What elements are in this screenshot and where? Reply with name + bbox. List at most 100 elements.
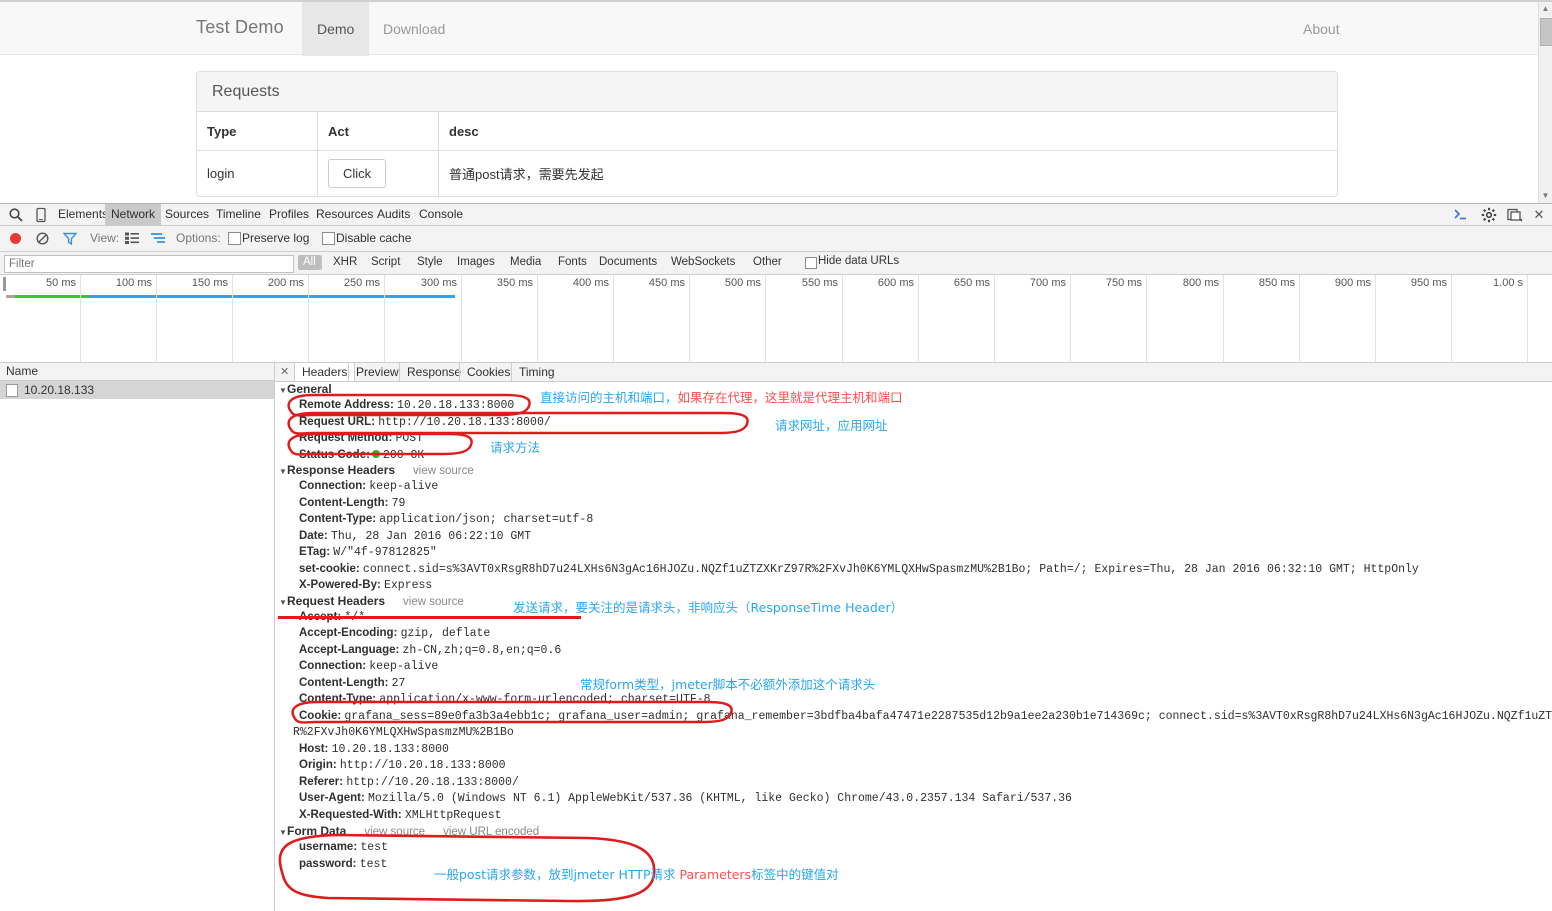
key-status-code: Status Code:	[299, 448, 370, 461]
collapse-triangle-icon: ▼	[279, 828, 287, 837]
site-navbar: Test Demo Demo Download About	[0, 2, 1539, 56]
gear-icon[interactable]	[1480, 207, 1498, 223]
timeline-tick-label: 950 ms	[1410, 277, 1447, 289]
response-header-key: set-cookie:	[299, 562, 360, 575]
timeline-tick-label: 850 ms	[1258, 277, 1295, 289]
request-header-row: X-Requested-With: XMLHttpRequest	[275, 807, 1552, 824]
detail-tab-headers[interactable]: Headers	[294, 363, 356, 381]
section-response-headers[interactable]: ▼Response Headers view source	[275, 463, 1552, 478]
section-form-data[interactable]: ▼Form Data view source view URL encoded	[275, 824, 1552, 839]
detail-tab-response[interactable]: Response	[399, 363, 468, 381]
request-header-value: http://10.20.18.133:8000/	[346, 775, 519, 789]
request-detail-pane: ✕ Headers Preview Response Cookies Timin…	[275, 363, 1552, 911]
response-header-value: Express	[384, 579, 433, 592]
click-button[interactable]: Click	[328, 159, 387, 188]
tab-resources[interactable]: Resources	[310, 204, 379, 225]
filter-type-script[interactable]: Script	[366, 255, 405, 270]
section-request-headers[interactable]: ▼Request Headers view source	[275, 594, 1552, 609]
detail-tab-cookies[interactable]: Cookies	[459, 363, 517, 381]
close-icon[interactable]: ✕	[1530, 207, 1548, 223]
request-header-value: grafana_sess=89e0fa3b3a4ebb1c; grafana_u…	[344, 709, 1552, 723]
view-label: View:	[90, 231, 120, 245]
timeline-tick-label: 50 ms	[46, 277, 76, 289]
filter-type-xhr[interactable]: XHR	[328, 255, 362, 270]
tab-audits[interactable]: Audits	[371, 204, 416, 225]
request-header-row: Connection: keep-alive	[275, 658, 1552, 675]
page-vertical-scrollbar[interactable]: ▲ ▼	[1538, 2, 1552, 203]
column-header-type: Type	[197, 112, 318, 151]
hide-data-urls-label[interactable]: Hide data URLs	[818, 255, 899, 267]
disable-cache-label[interactable]: Disable cache	[336, 231, 411, 245]
filter-type-media[interactable]: Media	[505, 255, 546, 270]
filter-type-style[interactable]: Style	[412, 255, 448, 270]
clear-icon[interactable]	[36, 232, 49, 245]
request-header-value: application/x-www-form-urlencoded; chars…	[379, 693, 711, 706]
search-icon[interactable]	[8, 207, 24, 223]
filter-type-documents[interactable]: Documents	[594, 255, 662, 270]
scroll-up-arrow-icon[interactable]: ▲	[1539, 2, 1552, 16]
nav-item-demo[interactable]: Demo	[302, 2, 370, 56]
response-header-key: ETag:	[299, 546, 331, 558]
preserve-log-checkbox[interactable]	[228, 232, 241, 245]
header-row-status-code: Status Code: 200 OK	[275, 447, 1552, 464]
column-header-desc: desc	[438, 112, 1337, 151]
waterfall-view-icon[interactable]	[151, 232, 166, 244]
device-toggle-icon[interactable]	[33, 207, 49, 223]
section-general[interactable]: ▼General	[275, 382, 1552, 397]
filter-separator	[321, 255, 322, 270]
form-data-row: password: test	[275, 856, 1552, 873]
timeline-tick-label: 750 ms	[1105, 277, 1142, 289]
view-url-encoded-link[interactable]: view URL encoded	[443, 826, 539, 838]
disable-cache-checkbox[interactable]	[322, 232, 335, 245]
tab-sources[interactable]: Sources	[159, 204, 215, 225]
collapse-triangle-icon: ▼	[279, 597, 287, 607]
request-list-item[interactable]: 10.20.18.133	[0, 381, 274, 399]
section-general-title: General	[287, 382, 332, 396]
table-row: login Click 普通post请求，需要先发起	[197, 150, 1337, 196]
response-header-value: keep-alive	[369, 480, 439, 493]
scroll-down-arrow-icon[interactable]: ▼	[1539, 189, 1552, 203]
tab-timeline[interactable]: Timeline	[210, 204, 267, 225]
devtools-panel: Elements Network Sources Timeline Profil…	[0, 203, 1552, 911]
nav-item-about[interactable]: About	[1288, 2, 1355, 56]
request-header-value: 10.20.18.133:8000	[331, 742, 449, 756]
filter-input[interactable]	[4, 255, 294, 273]
timeline-segment-waiting	[15, 295, 89, 298]
tab-profiles[interactable]: Profiles	[263, 204, 315, 225]
site-brand[interactable]: Test Demo	[196, 17, 284, 38]
response-header-row: Connection: keep-alive	[275, 478, 1552, 495]
timeline-tick-label: 450 ms	[648, 277, 685, 289]
options-label: Options:	[176, 231, 221, 245]
view-source-link-response[interactable]: view source	[413, 465, 474, 477]
filter-type-websockets[interactable]: WebSockets	[666, 255, 740, 270]
view-source-link-request[interactable]: view source	[403, 596, 464, 608]
hide-data-urls-checkbox[interactable]	[805, 257, 817, 269]
status-ok-dot-icon	[371, 449, 380, 458]
header-row-request-method: Request Method: POST	[275, 430, 1552, 447]
name-column-header: Name	[0, 363, 274, 381]
close-detail-icon[interactable]: ✕	[280, 365, 289, 378]
record-button[interactable]	[10, 233, 21, 244]
scrollbar-thumb[interactable]	[1540, 18, 1552, 46]
detail-tab-preview[interactable]: Preview	[348, 363, 406, 381]
timeline-tick-label: 350 ms	[496, 277, 533, 289]
dock-icon[interactable]	[1506, 207, 1524, 223]
request-header-value: gzip, deflate	[400, 627, 491, 640]
filter-type-other[interactable]: Other	[748, 255, 787, 270]
console-prompt-icon[interactable]	[1452, 207, 1470, 223]
response-header-value: 79	[391, 496, 406, 510]
collapse-triangle-icon: ▼	[279, 386, 287, 395]
nav-item-download[interactable]: Download	[368, 2, 460, 56]
preserve-log-label[interactable]: Preserve log	[242, 231, 309, 245]
filter-type-fonts[interactable]: Fonts	[553, 255, 592, 270]
tab-console[interactable]: Console	[413, 204, 469, 225]
tab-network[interactable]: Network	[105, 204, 162, 225]
view-source-link-form[interactable]: view source	[364, 826, 425, 838]
detail-tab-timing[interactable]: Timing	[511, 363, 562, 381]
filter-icon[interactable]	[62, 232, 78, 246]
filter-type-all[interactable]: All	[298, 255, 321, 270]
list-view-icon[interactable]	[125, 232, 139, 244]
key-remote-address: Remote Address:	[299, 399, 394, 411]
timeline-tick-label: 400 ms	[572, 277, 609, 289]
filter-type-images[interactable]: Images	[452, 255, 500, 270]
